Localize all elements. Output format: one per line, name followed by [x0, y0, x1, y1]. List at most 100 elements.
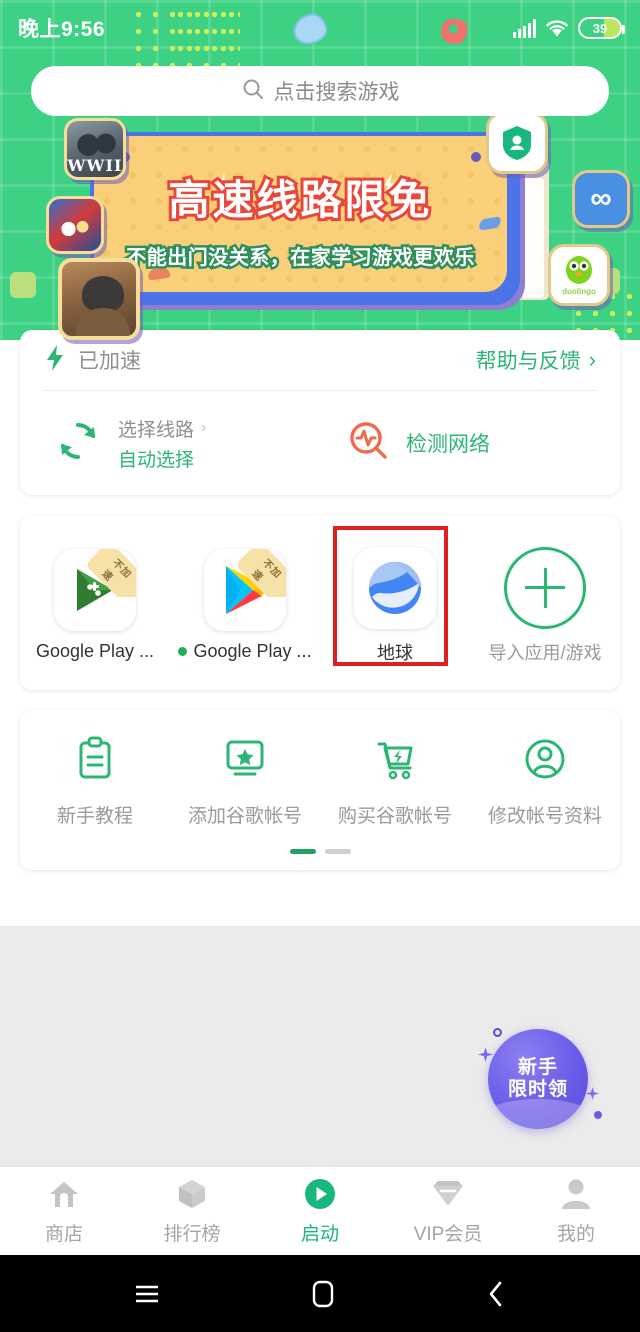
- search-input[interactable]: 点击搜索游戏: [31, 66, 609, 116]
- acceleration-status-card: 已加速 帮助与反馈 › 选择线路 › 自动选择 检测网络: [20, 330, 620, 495]
- app-item-google-earth[interactable]: 地球: [320, 546, 470, 665]
- play-circle-icon: [303, 1177, 337, 1211]
- wwii-game-label: WWII: [67, 156, 123, 175]
- no-accel-badge: 不加速: [88, 549, 136, 597]
- pagination-dot[interactable]: [324, 849, 351, 854]
- refresh-circular-icon: [54, 417, 102, 470]
- nav-item-ranking[interactable]: 排行榜: [128, 1177, 256, 1246]
- newbie-promo-button[interactable]: 新手 限时领: [488, 1029, 588, 1129]
- app-label: Google Play ...: [193, 641, 312, 661]
- service-item-modify-account[interactable]: 修改帐号资料: [470, 736, 620, 828]
- app-label-wrap: 导入应用/游戏: [488, 639, 601, 665]
- duolingo-owl-icon: [566, 256, 592, 284]
- signal-bars-icon: [512, 18, 536, 38]
- select-route-button[interactable]: 选择线路 › 自动选择: [20, 415, 320, 472]
- battery-percent: 39: [592, 20, 608, 36]
- apps-card: 不加速 Google Play ... 不加速 Google Play ... …: [20, 515, 620, 690]
- soldier-game-tile[interactable]: [58, 258, 140, 340]
- no-accel-badge: 不加速: [238, 549, 286, 597]
- service-item-buy-google-account[interactable]: 购买谷歌帐号: [320, 736, 470, 828]
- plus-circle-icon: [504, 546, 586, 629]
- nav-item-vip[interactable]: VIP会员: [384, 1177, 512, 1246]
- nav-item-store[interactable]: 商店: [0, 1177, 128, 1246]
- nav-label: 我的: [556, 1223, 595, 1245]
- banner-dot-right: [471, 152, 481, 162]
- chevron-right-icon: ›: [588, 347, 596, 372]
- vip-app-tile[interactable]: [486, 112, 548, 174]
- app-label-wrap: 地球: [377, 639, 413, 665]
- nav-item-launch[interactable]: 启动: [256, 1177, 384, 1246]
- search-icon: [241, 77, 265, 106]
- pagination-dot-active[interactable]: [289, 849, 316, 854]
- search-placeholder: 点击搜索游戏: [273, 81, 400, 104]
- app-item-google-play-games[interactable]: 不加速 Google Play ...: [20, 549, 170, 662]
- wifi-icon: [545, 19, 569, 38]
- vip-shield-icon: [503, 126, 531, 160]
- home-square-icon[interactable]: [310, 1279, 336, 1309]
- app-label-wrap: Google Play ...: [36, 641, 154, 662]
- banner-card: 高速线路限免 高速线路限免 不能出门没关系，在家学习游戏更欢乐: [90, 132, 525, 310]
- banner-title: 高速线路限免: [166, 173, 433, 227]
- service-item-add-google-account[interactable]: 添加谷歌帐号: [170, 736, 320, 828]
- duolingo-app-tile[interactable]: duolingo: [548, 244, 610, 306]
- service-label: 添加谷歌帐号: [187, 806, 302, 827]
- app-label: 地球: [377, 642, 413, 663]
- user-circle-icon: [522, 736, 568, 787]
- cube-icon: [176, 1177, 208, 1211]
- kuaishou-app-tile[interactable]: ∞: [572, 170, 630, 228]
- help-feedback-button[interactable]: 帮助与反馈 ›: [476, 345, 596, 375]
- duolingo-label: duolingo: [562, 287, 596, 296]
- nav-label: 排行榜: [163, 1223, 221, 1245]
- help-feedback-label: 帮助与反馈: [475, 350, 581, 373]
- banner-face: 高速线路限免 高速线路限免 不能出门没关系，在家学习游戏更欢乐: [90, 132, 511, 296]
- app-label: Google Play ...: [35, 641, 155, 661]
- nav-item-profile[interactable]: 我的: [512, 1177, 640, 1246]
- status-time: 晚上9:56: [18, 18, 106, 41]
- ring-decoration-1: [493, 1028, 502, 1037]
- wwii-game-tile[interactable]: WWII: [64, 118, 126, 180]
- nav-label: VIP会员: [413, 1223, 483, 1245]
- status-bar: 晚上9:56 39: [0, 0, 640, 56]
- bottom-navigation: 商店 排行榜 启动 VIP会员 我的: [0, 1166, 640, 1255]
- clipboard-icon: [73, 736, 117, 787]
- pagination-dots[interactable]: [20, 849, 620, 854]
- import-app-label: 导入应用/游戏: [488, 642, 602, 663]
- app-label-wrap: Google Play ...: [178, 641, 312, 662]
- service-label: 新手教程: [56, 806, 133, 827]
- no-accel-badge-label: 不加速: [88, 549, 136, 597]
- banner-subtitle: 不能出门没关系，在家学习游戏更欢乐: [124, 243, 477, 272]
- promo-line-1: 新手: [517, 1056, 558, 1078]
- promo-banner[interactable]: 高速线路限免 高速线路限免 不能出门没关系，在家学习游戏更欢乐 WWII ∞ d: [0, 112, 640, 340]
- cart-lightning-icon: [372, 736, 418, 787]
- running-status-dot: [178, 647, 188, 656]
- ring-decoration-2: [594, 1111, 602, 1119]
- sports-game-tile[interactable]: [46, 196, 104, 254]
- home-icon: [48, 1177, 80, 1211]
- import-app-button[interactable]: 导入应用/游戏: [470, 546, 620, 665]
- route-value: 自动选择: [118, 449, 195, 471]
- back-chevron-icon[interactable]: [484, 1279, 508, 1309]
- phone-decoration-2: [522, 178, 544, 298]
- google-earth-icon: [354, 546, 436, 629]
- detect-network-button[interactable]: 检测网络: [320, 418, 620, 469]
- acceleration-label: 已加速: [78, 350, 141, 373]
- services-card: 新手教程 添加谷歌帐号 购买谷歌帐号 修改帐号资料: [20, 710, 620, 870]
- google-play-store-icon: 不加速: [204, 549, 286, 631]
- service-label: 购买谷歌帐号: [337, 806, 452, 827]
- person-icon: [561, 1177, 591, 1211]
- monitor-star-icon: [222, 736, 268, 787]
- route-title: 选择线路: [118, 419, 195, 441]
- battery-icon: 39: [578, 17, 625, 39]
- service-item-tutorial[interactable]: 新手教程: [20, 736, 170, 828]
- app-item-google-play-store[interactable]: 不加速 Google Play ...: [170, 549, 320, 662]
- detect-network-label: 检测网络: [406, 433, 490, 456]
- nav-label: 启动: [300, 1223, 339, 1245]
- menu-icon[interactable]: [132, 1281, 162, 1307]
- service-label: 修改帐号资料: [487, 806, 602, 827]
- no-accel-badge-label: 不加速: [238, 549, 286, 597]
- network-pulse-icon: [346, 418, 392, 469]
- lightning-icon: [44, 344, 66, 376]
- promo-line-2: 限时领: [507, 1079, 568, 1100]
- google-play-games-icon: 不加速: [54, 549, 136, 631]
- nav-label: 商店: [44, 1223, 83, 1245]
